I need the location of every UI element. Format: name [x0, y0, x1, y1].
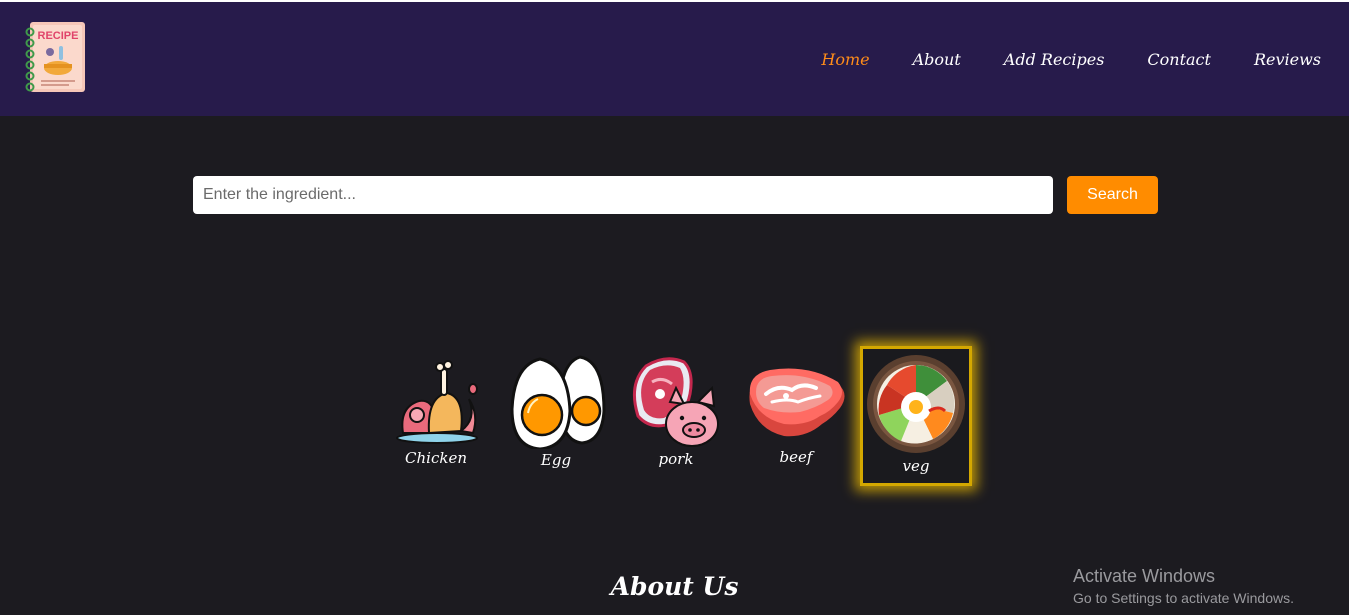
nav-add-recipes[interactable]: Add Recipes: [1004, 50, 1105, 69]
navbar: RECIPE Home About Add Recipes Contact Re…: [0, 2, 1349, 116]
watermark-subtitle: Go to Settings to activate Windows.: [1073, 590, 1294, 606]
category-label: veg: [902, 457, 930, 475]
nav-reviews[interactable]: Reviews: [1254, 50, 1321, 69]
nav-home[interactable]: Home: [821, 50, 869, 69]
category-label: beef: [779, 448, 813, 466]
search-button[interactable]: Search: [1067, 176, 1158, 214]
windows-activation-watermark: Activate Windows Go to Settings to activ…: [1073, 566, 1294, 606]
category-egg[interactable]: Egg: [500, 353, 612, 469]
main-nav: Home About Add Recipes Contact Reviews: [821, 50, 1321, 69]
category-label: pork: [658, 450, 694, 468]
recipe-logo[interactable]: RECIPE: [24, 22, 86, 94]
nav-about[interactable]: About: [913, 50, 961, 69]
watermark-title: Activate Windows: [1073, 566, 1216, 586]
beef-icon: [749, 368, 845, 437]
pork-icon: [632, 357, 719, 447]
category-veg[interactable]: veg: [860, 346, 972, 486]
chicken-icon: [396, 360, 478, 444]
category-label: Egg: [540, 451, 572, 469]
ingredient-search-input[interactable]: [193, 176, 1053, 214]
egg-icon: [510, 355, 606, 449]
category-label: Chicken: [405, 449, 467, 467]
veg-bowl-icon: [867, 355, 965, 453]
nav-contact[interactable]: Contact: [1147, 50, 1211, 69]
category-chicken[interactable]: Chicken: [380, 357, 492, 467]
category-beef[interactable]: beef: [740, 364, 852, 466]
svg-text:RECIPE: RECIPE: [38, 30, 79, 42]
category-pork[interactable]: pork: [620, 354, 732, 468]
